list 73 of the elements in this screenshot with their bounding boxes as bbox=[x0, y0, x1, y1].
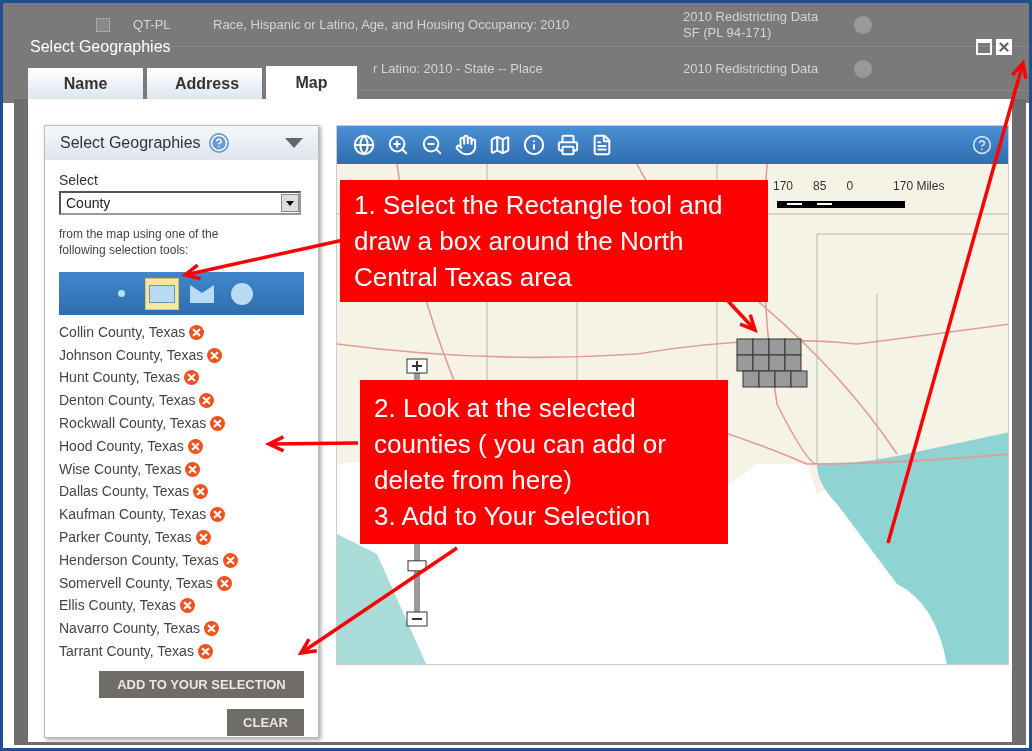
remove-icon[interactable] bbox=[216, 575, 232, 591]
table-cell: QT-PL bbox=[133, 16, 171, 32]
panel-title: Select Geographies bbox=[60, 133, 201, 153]
table-cell: r Latino: 2010 - State -- Place bbox=[373, 60, 543, 76]
tab[interactable]: Name bbox=[28, 68, 143, 99]
remove-icon[interactable] bbox=[204, 621, 220, 637]
county-item[interactable]: Parker County, Texas bbox=[59, 527, 192, 549]
county-item[interactable]: Hunt County, Texas bbox=[59, 367, 180, 389]
scale-label: 0 bbox=[846, 178, 854, 195]
county-item[interactable]: Collin County, Texas bbox=[59, 321, 186, 343]
row-checkbox[interactable] bbox=[96, 17, 110, 32]
collapse-caret-icon[interactable] bbox=[285, 138, 303, 148]
tab[interactable]: Address bbox=[147, 68, 262, 99]
remove-icon[interactable] bbox=[183, 370, 199, 386]
geography-dropdown[interactable]: County bbox=[59, 191, 301, 215]
hand-icon[interactable] bbox=[455, 134, 477, 156]
globe-icon[interactable] bbox=[353, 134, 375, 156]
instructions-text: from the map using one of the following selection tools: bbox=[59, 226, 220, 258]
table-cell: 2010 Redistricting Data bbox=[683, 60, 819, 76]
remove-icon[interactable] bbox=[180, 598, 195, 614]
document-icon[interactable] bbox=[591, 134, 613, 156]
zoom-out-icon[interactable] bbox=[421, 134, 443, 156]
county-item[interactable]: Kaufman County, Texas bbox=[59, 504, 207, 526]
maximize-icon[interactable] bbox=[976, 39, 992, 55]
printer-icon[interactable] bbox=[557, 134, 579, 156]
selection-tool[interactable] bbox=[144, 277, 179, 310]
remove-icon[interactable] bbox=[195, 530, 211, 546]
county-item[interactable]: Ellis County, Texas bbox=[59, 595, 176, 617]
circle-tool-icon bbox=[230, 282, 253, 305]
remove-icon[interactable] bbox=[199, 393, 215, 409]
map-icon[interactable] bbox=[489, 134, 511, 156]
remove-icon[interactable] bbox=[222, 552, 238, 568]
remove-icon[interactable] bbox=[207, 347, 223, 363]
county-item[interactable]: Somervell County, Texas bbox=[59, 572, 213, 594]
rectangle-tool-icon bbox=[148, 284, 175, 303]
info-icon[interactable] bbox=[523, 134, 545, 156]
clear-button[interactable]: CLEAR bbox=[227, 708, 304, 736]
zoom-in-icon[interactable] bbox=[387, 134, 409, 156]
remove-icon[interactable] bbox=[193, 484, 209, 500]
county-item[interactable]: Navarro County, Texas bbox=[59, 618, 201, 640]
county-item[interactable]: Denton County, Texas bbox=[59, 390, 196, 412]
county-item[interactable]: Johnson County, Texas bbox=[59, 344, 204, 366]
annotation-callout: 1. Select the Rectangle tool and draw a box around the North Central Texas area bbox=[340, 180, 768, 302]
county-item[interactable]: Wise County, Texas bbox=[59, 458, 182, 480]
county-item[interactable]: Tarrant County, Texas bbox=[59, 641, 194, 663]
selected-counties-drawing bbox=[736, 338, 808, 388]
close-icon[interactable] bbox=[996, 39, 1012, 55]
remove-icon[interactable] bbox=[185, 461, 201, 477]
remove-icon[interactable] bbox=[189, 324, 205, 340]
scale-label: 170 bbox=[773, 178, 794, 195]
dropdown-caret-icon[interactable] bbox=[281, 194, 299, 212]
dialog-title: Select Geographies bbox=[30, 37, 171, 57]
table-cell: Race, Hispanic or Latino, Age, and Housing Occupancy: 2010 bbox=[213, 16, 570, 32]
add-to-selection-button[interactable]: ADD TO YOUR SELECTION bbox=[99, 670, 304, 698]
remove-icon[interactable] bbox=[187, 438, 203, 454]
select-label: Select bbox=[59, 171, 99, 190]
tab[interactable]: Map bbox=[266, 66, 357, 99]
scale-label: 170 Miles bbox=[893, 178, 945, 195]
remove-icon[interactable] bbox=[210, 416, 226, 432]
scale-label: 85 bbox=[813, 178, 827, 195]
help-icon[interactable] bbox=[972, 135, 992, 155]
point-tool-icon bbox=[118, 290, 125, 297]
annotation-callout: 2. Look at the selected counties ( you can add or delete from here) 3. Add to Your Selection bbox=[360, 380, 728, 544]
county-item[interactable]: Rockwall County, Texas bbox=[59, 413, 207, 435]
county-item[interactable]: Henderson County, Texas bbox=[59, 549, 219, 571]
annotation-arrow bbox=[726, 299, 758, 333]
remove-icon[interactable] bbox=[197, 644, 213, 660]
county-item[interactable]: Hood County, Texas bbox=[59, 435, 184, 457]
table-cell: 2010 Redistricting Data SF (PL 94-171) bbox=[683, 8, 819, 40]
remove-icon[interactable] bbox=[210, 507, 226, 523]
county-item[interactable]: Dallas County, Texas bbox=[59, 481, 190, 503]
polygon-tool-icon bbox=[188, 283, 215, 304]
help-icon[interactable] bbox=[208, 133, 229, 153]
